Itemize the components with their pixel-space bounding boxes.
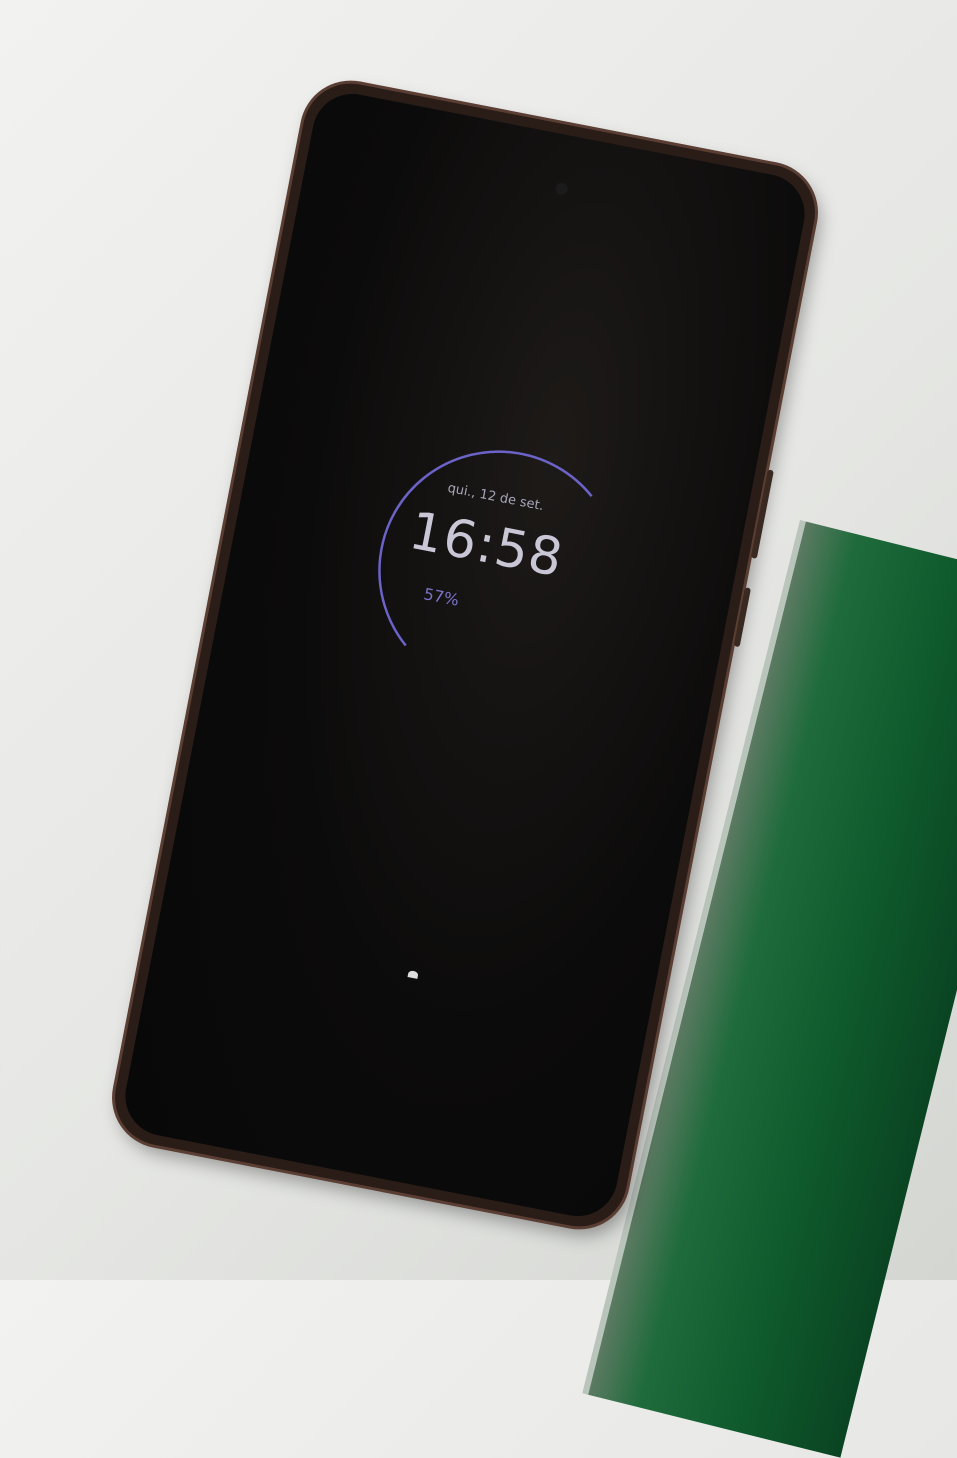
clock-widget: qui., 12 de set. 16:58 57%: [332, 404, 637, 709]
power-button: [733, 587, 751, 648]
front-camera: [554, 181, 569, 196]
volume-button: [750, 469, 774, 559]
fingerprint-indicator-icon: [407, 970, 419, 979]
